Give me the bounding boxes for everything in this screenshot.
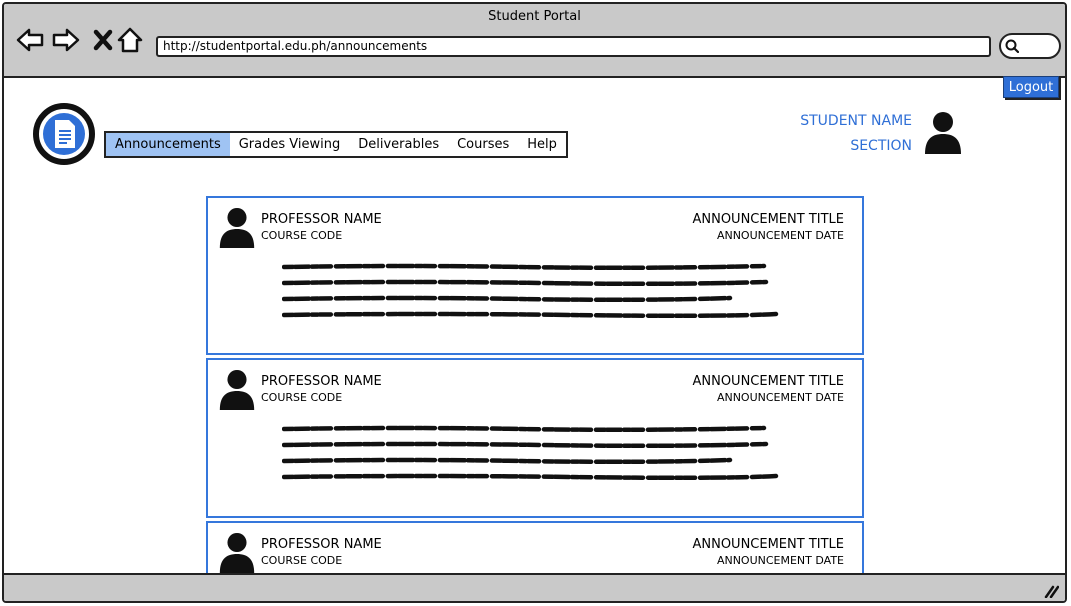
tab-deliverables[interactable]: Deliverables [349, 133, 448, 156]
course-code: COURSE CODE [261, 391, 343, 404]
browser-window: Student Portal http://studentportal.edu.… [2, 2, 1067, 603]
browser-statusbar [4, 573, 1065, 601]
announcements-feed: PROFESSOR NAME COURSE CODE ANNOUNCEMENT … [206, 196, 866, 577]
announcement-card[interactable]: PROFESSOR NAME COURSE CODE ANNOUNCEMENT … [206, 196, 864, 355]
student-section: SECTION [850, 138, 912, 154]
announcement-card[interactable]: PROFESSOR NAME COURSE CODE ANNOUNCEMENT … [206, 358, 864, 518]
browser-search-box[interactable] [999, 33, 1061, 59]
professor-name: PROFESSOR NAME [261, 212, 382, 227]
tab-courses[interactable]: Courses [448, 133, 518, 156]
professor-avatar-icon [217, 532, 257, 574]
professor-name: PROFESSOR NAME [261, 374, 382, 389]
course-code: COURSE CODE [261, 554, 343, 567]
back-arrow-icon[interactable] [16, 26, 44, 54]
announcement-date: ANNOUNCEMENT DATE [716, 229, 844, 242]
tab-help[interactable]: Help [518, 133, 566, 156]
course-code: COURSE CODE [261, 229, 343, 242]
forward-arrow-icon[interactable] [52, 26, 80, 54]
window-title: Student Portal [488, 9, 581, 24]
resize-handle-icon[interactable] [1043, 584, 1059, 598]
browser-titlebar: Student Portal http://studentportal.edu.… [4, 4, 1065, 78]
announcement-title: ANNOUNCEMENT TITLE [692, 537, 844, 552]
document-icon [33, 103, 95, 165]
url-field[interactable]: http://studentportal.edu.ph/announcement… [156, 36, 991, 57]
professor-name: PROFESSOR NAME [261, 537, 382, 552]
tab-grades-viewing[interactable]: Grades Viewing [230, 133, 350, 156]
main-nav: Announcements Grades Viewing Deliverable… [104, 131, 568, 158]
announcement-title: ANNOUNCEMENT TITLE [692, 374, 844, 389]
announcement-title: ANNOUNCEMENT TITLE [692, 212, 844, 227]
announcement-body-placeholder [282, 423, 782, 483]
logout-button[interactable]: Logout [1003, 76, 1059, 98]
professor-avatar-icon [217, 207, 257, 249]
student-name: STUDENT NAME [800, 113, 912, 129]
announcement-card[interactable]: PROFESSOR NAME COURSE CODE ANNOUNCEMENT … [206, 521, 864, 577]
tab-announcements[interactable]: Announcements [106, 133, 230, 156]
professor-avatar-icon [217, 369, 257, 411]
search-icon [1005, 39, 1019, 53]
home-icon[interactable] [116, 26, 144, 54]
announcement-date: ANNOUNCEMENT DATE [716, 554, 844, 567]
student-avatar-icon[interactable] [923, 111, 963, 155]
announcement-body-placeholder [282, 261, 782, 321]
announcement-date: ANNOUNCEMENT DATE [716, 391, 844, 404]
close-x-icon[interactable] [90, 26, 118, 54]
